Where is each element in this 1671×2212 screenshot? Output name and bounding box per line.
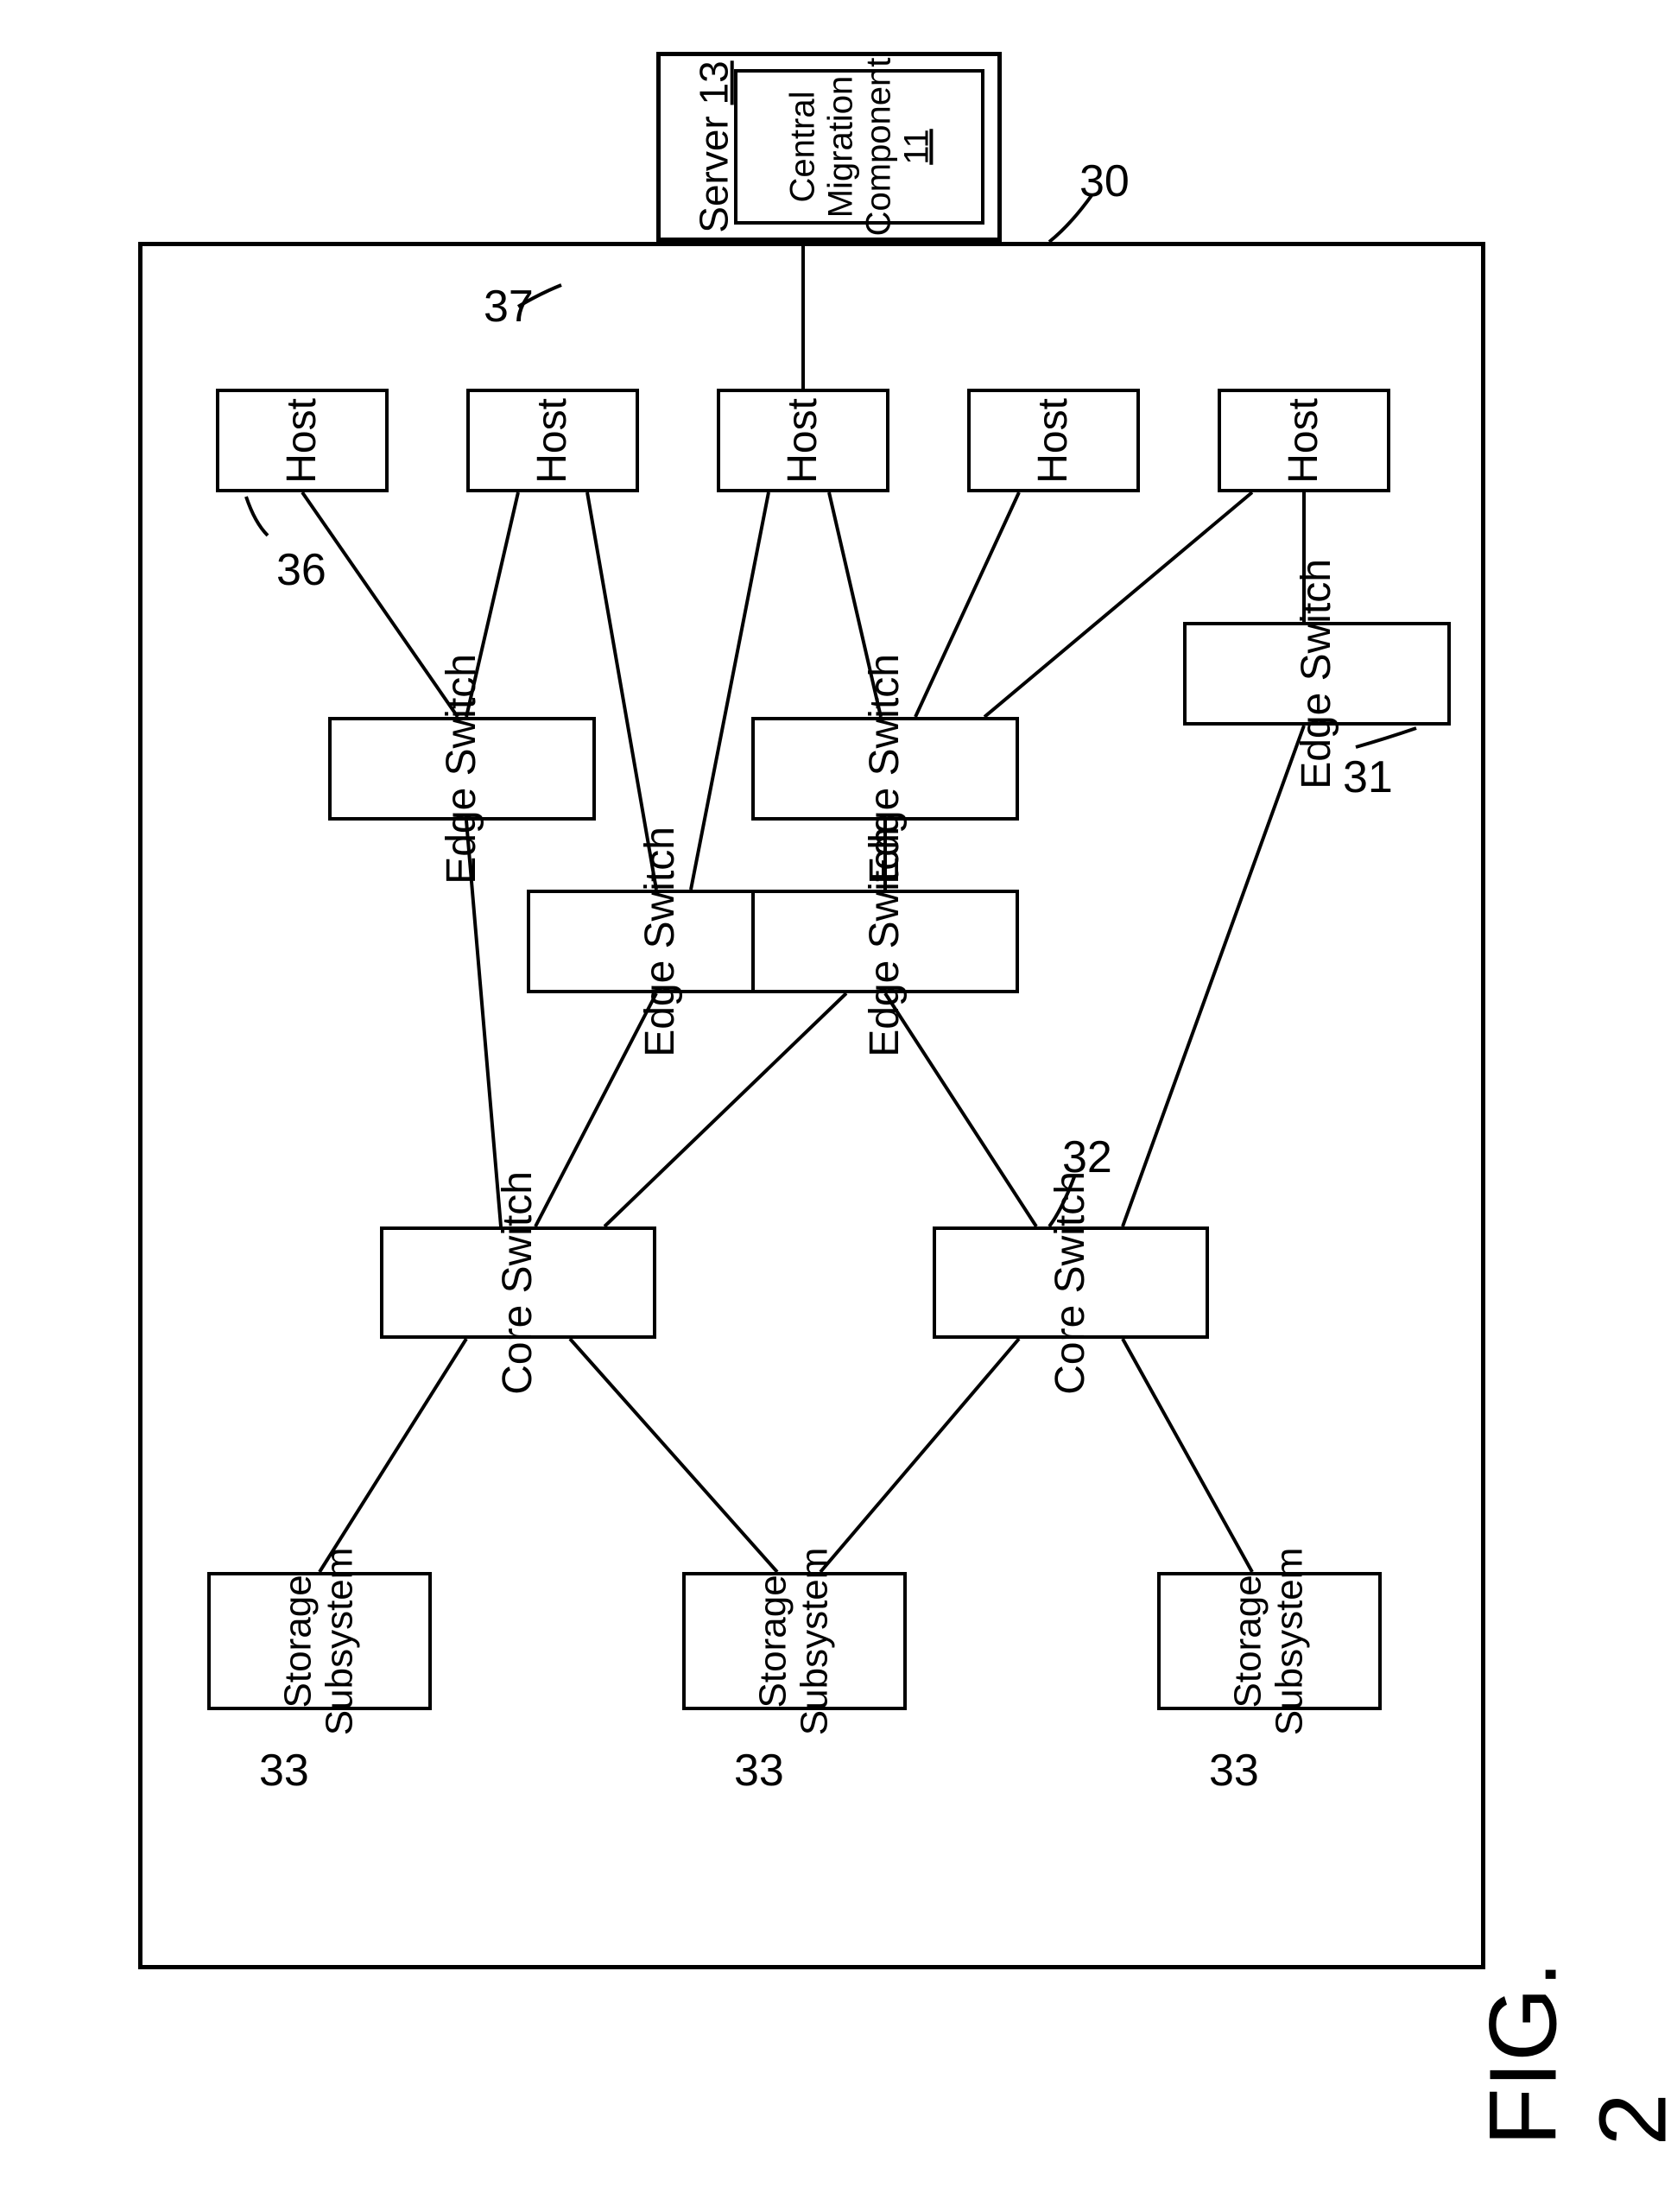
server-id: 13 [692,60,737,105]
central-migration-component: Central Migration Component 11 [734,69,984,225]
figure-label: FIG. 2 [1469,1961,1671,2146]
host-3-label: Host [781,398,826,484]
host-4: Host [967,389,1140,492]
host-5-label: Host [1282,398,1327,484]
storage-2: Storage Subsystem [682,1572,907,1710]
cmc-line1: Central [783,92,821,203]
storage-3-line2: Subsystem [1269,1547,1311,1735]
core-switch-2-label: Core Switch [1048,1171,1094,1395]
storage-1-line1: Storage [277,1575,320,1708]
storage-1: Storage Subsystem [207,1572,432,1710]
edge-switch-4: Edge Switch [751,890,1019,993]
ref-33-b: 33 [734,1745,784,1797]
server-title: Server [692,116,737,232]
ref-33-a: 33 [259,1745,309,1797]
storage-3: Storage Subsystem [1157,1572,1382,1710]
storage-2-line2: Subsystem [794,1547,836,1735]
cmc-line3: Component [859,58,897,237]
ref-33-c: 33 [1209,1745,1259,1797]
host-2-label: Host [530,398,576,484]
host-3: Host [717,389,889,492]
host-2: Host [466,389,639,492]
edge-switch-1-label: Edge Switch [440,654,485,884]
host-5: Host [1218,389,1390,492]
host-1-label: Host [280,398,326,484]
ref-37: 37 [484,281,534,333]
ref-36: 36 [276,544,326,596]
storage-1-line2: Subsystem [319,1547,361,1735]
ref-31: 31 [1343,751,1393,803]
cmc-line2: Migration [821,76,859,219]
ref-30: 30 [1079,155,1130,207]
edge-switch-1: Edge Switch [328,717,596,821]
cmc-id: 11 [897,129,935,165]
host-4-label: Host [1031,398,1077,484]
edge-switch-5-label: Edge Switch [1294,559,1340,789]
storage-2-line1: Storage [752,1575,794,1708]
ref-32: 32 [1062,1131,1112,1183]
host-1: Host [216,389,389,492]
core-switch-1-label: Core Switch [496,1171,541,1395]
edge-switch-2-label: Edge Switch [638,827,684,1057]
edge-switch-3: Edge Switch [751,717,1019,821]
core-switch-1: Core Switch [380,1226,656,1339]
storage-3-line1: Storage [1227,1575,1269,1708]
edge-switch-5: Edge Switch [1183,622,1451,726]
diagram-canvas: Server 13 Central Migration Component 11… [0,0,1671,2212]
core-switch-2: Core Switch [933,1226,1209,1339]
edge-switch-4-label: Edge Switch [863,827,908,1057]
